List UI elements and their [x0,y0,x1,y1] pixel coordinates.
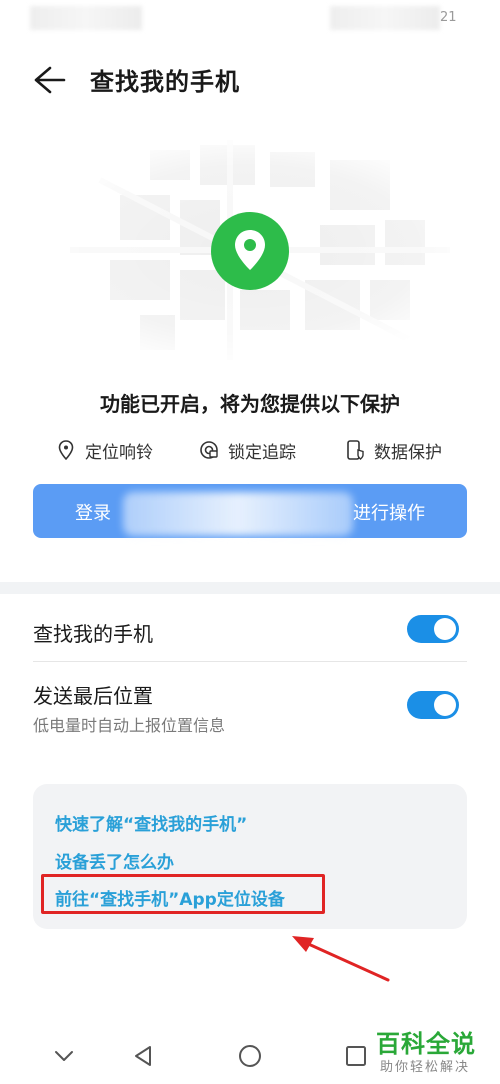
status-time: 21 [440,10,457,25]
feature-title: 功能已开启，将为您提供以下保护 [100,392,400,416]
feature-lock-track: 锁定追踪 [198,434,296,466]
section-divider [0,582,500,594]
chevron-down-icon[interactable] [50,1042,78,1070]
highlight-box [41,874,325,914]
feature-label: 数据保护 [374,442,442,463]
setting-label: 查找我的手机 [33,622,153,646]
help-link-lost-device[interactable]: 设备丢了怎么办 [55,848,174,873]
status-bar: 21 [0,0,500,40]
feature-label: 定位响铃 [85,442,153,463]
feature-data-protect: 数据保护 [344,434,442,466]
send-last-location-toggle[interactable] [407,691,459,719]
square-recent-icon[interactable] [342,1042,370,1070]
help-link-about[interactable]: 快速了解“查找我的手机” [55,810,247,835]
toggle-knob [434,618,456,640]
setting-label: 发送最后位置 [33,684,153,708]
toggle-knob [434,694,456,716]
setting-find-my-phone[interactable]: 查找我的手机 [33,604,467,662]
watermark-main: 百科全说 [376,1030,476,1058]
feature-row: 定位响铃 锁定追踪 数据保护 [0,434,500,466]
watermark-sub: 助你轻松解决 [380,1060,471,1075]
redacted-account [123,492,353,536]
feature-locate-ring: 定位响铃 [55,434,153,466]
login-button[interactable]: 登录 进行操作 [33,484,467,538]
status-blur-right [330,6,440,30]
triangle-back-icon[interactable] [130,1042,158,1070]
status-blur-left [30,6,142,30]
feature-label: 锁定追踪 [228,442,296,463]
find-my-phone-toggle[interactable] [407,615,459,643]
login-prefix: 登录 [75,503,111,524]
setting-send-last-location[interactable]: 发送最后位置 低电量时自动上报位置信息 [33,670,467,746]
page-title: 查找我的手机 [90,68,240,96]
watermark: 百科全说 助你轻松解决 [372,1024,496,1080]
location-pin-icon [211,212,289,290]
phone-shield-icon [347,440,364,460]
setting-description: 低电量时自动上报位置信息 [33,716,226,735]
annotation-arrow-icon [286,930,396,984]
circle-home-icon[interactable] [236,1042,264,1070]
header: 查找我的手机 [0,48,500,112]
login-suffix: 进行操作 [353,503,425,524]
arrow-left-icon[interactable] [30,62,70,98]
lock-track-icon [200,441,218,459]
location-outline-icon [58,440,74,461]
